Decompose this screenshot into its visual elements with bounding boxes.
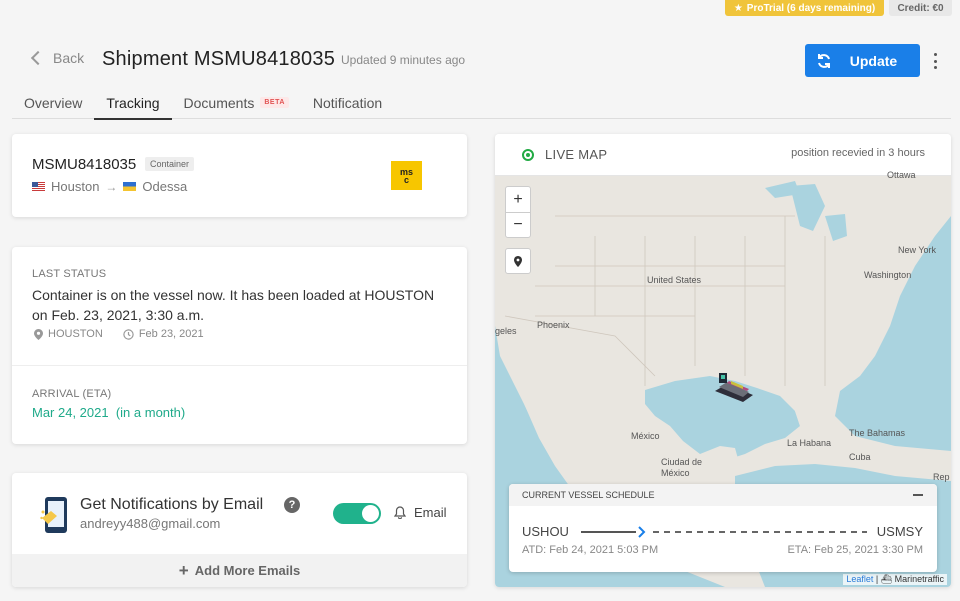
status-date: Feb 23, 2021 [138, 328, 204, 340]
vessel-icon[interactable] [713, 369, 755, 405]
beta-badge: BETA [260, 97, 289, 108]
tab-tracking-label: Tracking [106, 94, 160, 111]
pro-trial-label: ProTrial (6 days remaining) [746, 2, 876, 14]
from-port: USHOU [522, 524, 569, 539]
position-note: position recevied in 3 hours [791, 147, 925, 159]
status-meta: HOUSTON Feb 23, 2021 [34, 328, 204, 340]
updated-timestamp: Updated 9 minutes ago [341, 53, 466, 67]
update-button[interactable]: Update [805, 44, 920, 77]
back-button[interactable]: Back [30, 50, 84, 66]
back-label: Back [53, 50, 85, 66]
notifications-card: Get Notifications by Email ? andreyy488@… [12, 473, 467, 587]
map-label-bahamas: The Bahamas [849, 428, 906, 438]
route: Houston → Odessa [32, 179, 187, 194]
map-label-phoenix: Phoenix [537, 320, 570, 330]
eta-time: ETA: Feb 25, 2021 3:30 PM [787, 544, 923, 556]
notification-email: andreyy488@gmail.com [80, 516, 221, 531]
credit-badge[interactable]: Credit: €0 [889, 0, 952, 16]
live-map-title: LIVE MAP [545, 147, 608, 162]
map-label-cdmx: Ciudad de México [661, 457, 703, 478]
map-label-mexico: México [631, 431, 660, 441]
map-label-ottawa: Ottawa [887, 170, 916, 180]
email-notification-toggle[interactable] [333, 503, 381, 524]
live-indicator-icon [522, 149, 534, 161]
add-more-emails-button[interactable]: + Add More Emails [12, 554, 467, 587]
refresh-icon [809, 53, 839, 69]
map-header: LIVE MAP position recevied in 3 hours [495, 134, 951, 176]
locate-vessel-button[interactable] [505, 248, 531, 274]
map-pin-icon [514, 255, 522, 267]
status-text: Container is on the vessel now. It has b… [32, 287, 435, 323]
divider [12, 365, 467, 366]
zoom-in-button[interactable]: + [506, 187, 530, 212]
leaflet-link[interactable]: Leaflet [846, 574, 873, 584]
origin: Houston [51, 179, 100, 194]
tab-tracking[interactable]: Tracking [94, 86, 172, 120]
map-label-us: United States [647, 275, 702, 285]
arrival-date: Mar 24, 2021 [32, 405, 109, 420]
live-map-card: LIVE MAP position recevied in 3 hours Ot… [495, 134, 951, 587]
tab-documents[interactable]: Documents BETA [172, 86, 301, 119]
pro-trial-badge[interactable]: ★ ProTrial (6 days remaining) [725, 0, 884, 16]
arrow-right-icon: → [105, 179, 118, 194]
tab-notification[interactable]: Notification [301, 86, 394, 119]
destination: Odessa [142, 179, 188, 194]
star-icon: ★ [733, 2, 743, 14]
plus-icon: + [178, 560, 189, 580]
tab-bar: Overview Tracking Documents BETA Notifica… [12, 86, 951, 120]
arrival-relative: (in a month) [115, 405, 186, 420]
ukraine-flag-icon [123, 182, 137, 191]
ship-icon: ⛴ [880, 574, 893, 584]
zoom-out-button[interactable]: − [506, 212, 530, 237]
container-type-badge: Container [145, 157, 195, 171]
source-label: Marinetraffic [894, 574, 944, 584]
clock-icon [123, 328, 134, 340]
map-label-angeles: geles [495, 326, 517, 336]
help-icon[interactable]: ? [284, 497, 300, 513]
minimize-icon[interactable] [913, 494, 923, 496]
last-status-label: LAST STATUS [32, 268, 107, 280]
phone-notification-icon [40, 496, 70, 539]
tab-notification-label: Notification [312, 94, 383, 111]
add-more-label: Add More Emails [194, 563, 301, 578]
status-card: LAST STATUS Container is on the vessel n… [12, 247, 467, 444]
more-options-icon[interactable] [930, 53, 940, 69]
email-channel-label: Email [414, 505, 447, 520]
page-title: Shipment MSMU8418035 [102, 48, 336, 70]
schedule-title: CURRENT VESSEL SCHEDULE [522, 490, 655, 500]
tab-documents-label: Documents [183, 94, 255, 111]
map-label-cuba: Cuba [849, 452, 871, 462]
tab-overview-label: Overview [24, 94, 83, 111]
arrival-eta: Mar 24, 2021 (in a month) [32, 405, 185, 420]
chevron-left-icon [30, 50, 46, 66]
us-flag-icon [32, 182, 45, 191]
atd-time: ATD: Feb 24, 2021 5:03 PM [522, 544, 659, 556]
container-number: MSMU8418035 [32, 156, 137, 173]
bell-icon [393, 506, 407, 524]
map-label-newyork: New York [898, 245, 937, 255]
carrier-logo: ms c [391, 161, 422, 190]
tab-overview[interactable]: Overview [12, 86, 94, 119]
map-label-rep: Rep [933, 472, 950, 482]
notifications-title: Get Notifications by Email [80, 496, 264, 513]
container-card: MSMU8418035 Container Houston → Odessa m… [12, 134, 467, 217]
zoom-controls: + − [505, 186, 531, 238]
to-port: USMSY [876, 524, 923, 539]
location-pin-icon [34, 328, 43, 340]
map-label-washington: Washington [864, 270, 912, 280]
map-label-habana: La Habana [787, 438, 832, 448]
voyage-progress-track [581, 526, 867, 538]
vessel-schedule-panel: CURRENT VESSEL SCHEDULE USHOU USMSY ATD:… [509, 484, 937, 572]
map-attribution: Leaflet | ⛴ Marinetraffic [843, 574, 947, 585]
update-label: Update [849, 52, 898, 69]
status-location: HOUSTON [48, 328, 103, 340]
arrival-label: ARRIVAL (ETA) [32, 388, 112, 400]
